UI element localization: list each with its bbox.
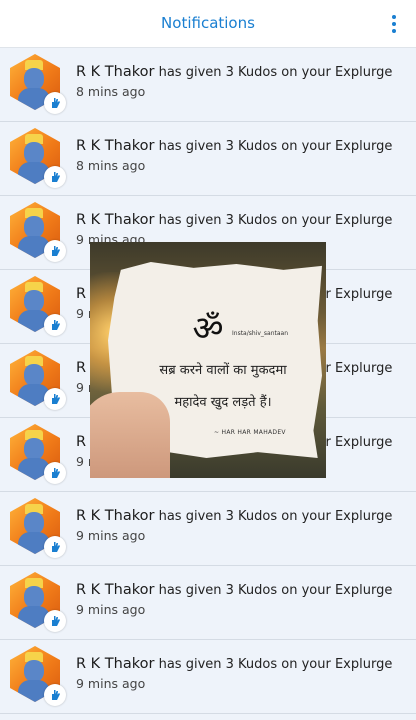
notification-text: R K Thakor has given 3 Kudos on your Exp… xyxy=(76,138,406,173)
kudos-hand-icon xyxy=(44,610,66,632)
notification-item[interactable]: R K Thakor has given 3 Kudos on your Exp… xyxy=(0,122,416,196)
notification-item[interactable]: R K Thakor has given 3 Kudos on your Exp… xyxy=(0,48,416,122)
avatar[interactable] xyxy=(10,128,66,188)
notification-message: has given 3 Kudos on your Explurge xyxy=(158,213,393,228)
avatar[interactable] xyxy=(10,424,66,484)
avatar[interactable] xyxy=(10,646,66,706)
kudos-hand-icon xyxy=(44,388,66,410)
kudos-hand-icon xyxy=(44,166,66,188)
notification-message: has given 3 Kudos on your Explurge xyxy=(158,139,393,154)
kudos-hand-icon xyxy=(44,314,66,336)
notification-item[interactable]: R K Thakor has given 3 Kudos on your Exp… xyxy=(0,566,416,640)
avatar[interactable] xyxy=(10,276,66,336)
insta-handle: Insta/shiv_santaan xyxy=(232,330,289,337)
kudos-hand-icon xyxy=(44,684,66,706)
kudos-hand-icon xyxy=(44,92,66,114)
notification-message: has given 3 Kudos on your Explurge xyxy=(158,65,393,80)
kudos-hand-icon xyxy=(44,536,66,558)
sender-name[interactable]: R K Thakor xyxy=(76,138,154,154)
notification-text: R K Thakor has given 3 Kudos on your Exp… xyxy=(76,508,406,543)
notification-text: R K Thakor has given 3 Kudos on your Exp… xyxy=(76,656,406,691)
sender-name[interactable]: R K Thakor xyxy=(76,656,154,672)
quote-line-1: सब्र करने वालों का मुकदमा xyxy=(159,363,287,378)
sender-name[interactable]: R K Thakor xyxy=(76,64,154,80)
sender-name[interactable]: R K Thakor xyxy=(76,582,154,598)
avatar[interactable] xyxy=(10,572,66,632)
notification-text: R K Thakor has given 3 Kudos on your Exp… xyxy=(76,64,406,99)
notification-item[interactable]: R K Thakor has given 3 Kudos on your Exp… xyxy=(0,492,416,566)
notification-time: 9 mins ago xyxy=(76,528,146,543)
notification-time: 9 mins ago xyxy=(76,676,146,691)
notification-message: has given 3 Kudos on your Explurge xyxy=(158,583,393,598)
notification-time: 8 mins ago xyxy=(76,84,146,99)
shared-image-preview[interactable]: ॐ Insta/shiv_santaan सब्र करने वालों का … xyxy=(90,242,326,478)
om-symbol: ॐ xyxy=(192,309,224,349)
more-vertical-icon[interactable] xyxy=(390,15,398,33)
notification-message: has given 3 Kudos on your Explurge xyxy=(158,657,393,672)
quote-signature: ~ HAR HAR MAHADEV xyxy=(214,429,286,436)
avatar[interactable] xyxy=(10,202,66,262)
sender-name[interactable]: R K Thakor xyxy=(76,212,154,228)
sender-name[interactable]: R K Thakor xyxy=(76,508,154,524)
notification-time: 9 mins ago xyxy=(76,602,146,617)
avatar[interactable] xyxy=(10,498,66,558)
notification-message: has given 3 Kudos on your Explurge xyxy=(158,509,393,524)
quote-line-2: महादेव खुद लड़ते हैं। xyxy=(174,395,272,410)
notification-text: R K Thakor has given 3 Kudos on your Exp… xyxy=(76,582,406,617)
notification-time: 8 mins ago xyxy=(76,158,146,173)
avatar[interactable] xyxy=(10,54,66,114)
kudos-hand-icon xyxy=(44,240,66,262)
kudos-hand-icon xyxy=(44,462,66,484)
page-title: Notifications xyxy=(161,14,255,32)
avatar[interactable] xyxy=(10,350,66,410)
app-header: Notifications xyxy=(0,0,416,48)
notification-item[interactable]: R K Thakor has given 3 Kudos on your Exp… xyxy=(0,640,416,714)
